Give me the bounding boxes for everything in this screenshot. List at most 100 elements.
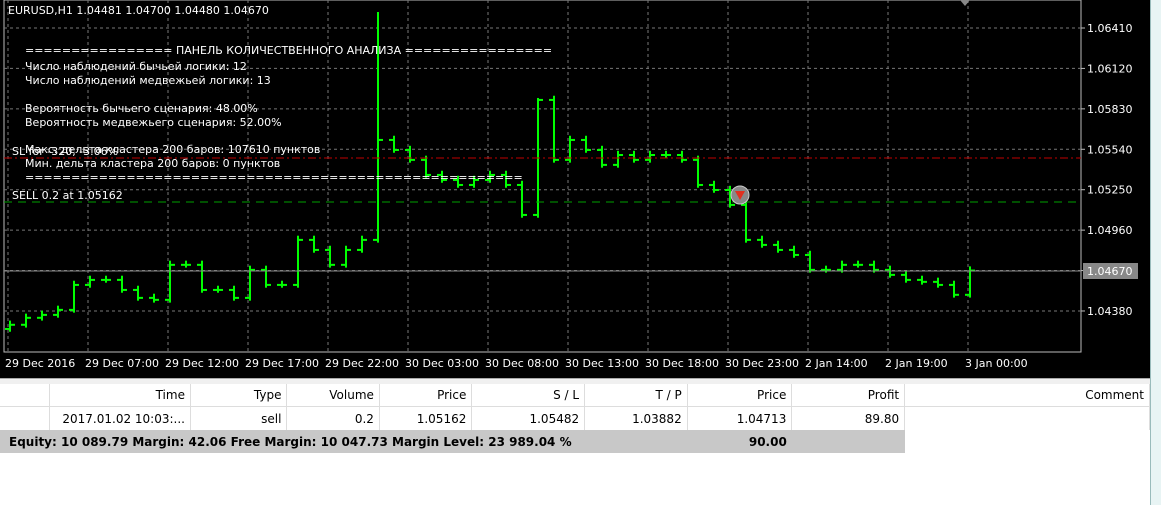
table-cell: 2017.01.02 10:03:... [49, 406, 191, 430]
ohlc-bar [37, 310, 47, 321]
column-header[interactable]: Comment [904, 384, 1150, 407]
ohlc-bar [229, 285, 239, 301]
time-axis-label: 30 Dec 03:00 [405, 357, 479, 370]
ohlc-bar [805, 250, 815, 273]
table-cell: 1.05162 [379, 406, 473, 430]
price-axis-label: 1.06410 [1087, 22, 1133, 35]
ohlc-bar [693, 155, 703, 188]
table-cell: sell [190, 406, 288, 430]
ohlc-bar [565, 135, 575, 163]
time-axis-label: 29 Dec 07:00 [85, 357, 159, 370]
ohlc-bar [757, 235, 767, 248]
table-cell: 1.05482 [471, 406, 586, 430]
ohlc-bar [677, 150, 687, 163]
time-axis-label: 30 Dec 13:00 [565, 357, 639, 370]
time-axis-label: 29 Dec 22:00 [325, 357, 399, 370]
table-row[interactable]: 2017.01.02 10:03:... sell 0.2 1.05162 1.0548… [0, 406, 1150, 430]
ohlc-bar [325, 245, 335, 268]
ohlc-bar [741, 200, 751, 243]
ohlc-bar [165, 260, 175, 303]
ohlc-bar [405, 145, 415, 163]
ohlc-bar [85, 275, 95, 288]
ohlc-bar [789, 245, 799, 258]
panel-bear-prob: Вероятность медвежьего сценария: 52.00% [25, 116, 282, 129]
ohlc-bar [181, 260, 191, 268]
ohlc-bar [149, 293, 159, 303]
ohlc-bar [309, 235, 319, 253]
price-axis-label: 1.05830 [1087, 103, 1133, 116]
chart-header: EURUSD,H1 1.04481 1.04700 1.04480 1.0467… [8, 4, 269, 17]
time-axis-label: 30 Dec 23:00 [725, 357, 799, 370]
ohlc-bar [917, 275, 927, 285]
trade-table: Time Type Volume Price S / LT / P Price Profit… [0, 384, 1150, 453]
time-axis-label: 2 Jan 14:00 [805, 357, 868, 370]
current-price-label: 1.04670 [1087, 265, 1133, 278]
ohlc-bar [885, 265, 895, 278]
order-label: SELL 0.2 at 1.05162 [12, 189, 123, 202]
panel-min-delta: Мин. дельта кластера 200 баров: 0 пункто… [25, 157, 280, 170]
column-header[interactable]: S / L [471, 384, 586, 407]
column-header[interactable]: Profit [791, 384, 906, 407]
ohlc-bar [213, 285, 223, 293]
summary-profit: 90.00 [748, 434, 787, 449]
price-axis-label: 1.05540 [1087, 143, 1133, 156]
ohlc-bar [197, 260, 207, 293]
panel-title: ================ ПАНЕЛЬ КОЛИЧЕСТВЕННОГО … [25, 44, 552, 57]
ohlc-bar [661, 150, 671, 158]
ohlc-bar [581, 135, 591, 153]
ohlc-bar [949, 280, 959, 298]
price-axis-label: 1.04960 [1087, 224, 1133, 237]
column-header[interactable]: Volume [286, 384, 380, 407]
ohlc-bar [645, 150, 655, 163]
price-axis-label: 1.04380 [1087, 305, 1133, 318]
ohlc-bar [853, 260, 863, 268]
ohlc-bar [101, 275, 111, 283]
ohlc-bar [69, 280, 79, 313]
ohlc-bar [901, 270, 911, 283]
ohlc-bar [261, 265, 271, 288]
column-header[interactable]: Type [190, 384, 288, 407]
sell-arrow-icon[interactable] [730, 185, 750, 205]
column-header[interactable]: T / P [584, 384, 688, 407]
ohlc-bar [133, 285, 143, 301]
time-axis-label: 29 Dec 2016 [5, 357, 75, 370]
column-header[interactable]: Price [379, 384, 473, 407]
table-cell [904, 406, 1150, 430]
panel-max-delta: Макс. дельта кластера 200 баров: 107610 … [25, 143, 320, 156]
ohlc-bar [549, 95, 559, 163]
panel-footer: ========================================… [25, 171, 523, 184]
ohlc-bar [293, 235, 303, 288]
column-header[interactable]: Time [49, 384, 191, 407]
price-axis-label: 1.06120 [1087, 62, 1133, 75]
column-header[interactable]: Price [687, 384, 793, 407]
time-axis-label: 30 Dec 18:00 [645, 357, 719, 370]
ohlc-bar [933, 277, 943, 288]
table-cell: 1.04713 [687, 406, 793, 430]
price-axis-label: 1.05250 [1087, 184, 1133, 197]
ohlc-bar [341, 245, 351, 268]
ohlc-bar [613, 150, 623, 168]
table-cell: 0.2 [286, 406, 380, 430]
ohlc-bar [53, 305, 63, 318]
summary-row: Equity: 10 089.79 Margin: 42.06 Free Mar… [0, 430, 1150, 453]
ohlc-bar [277, 280, 287, 288]
window-edge [1150, 0, 1161, 505]
panel-bull-prob: Вероятность бычьего сценария: 48.00% [25, 102, 258, 115]
ohlc-bar [5, 320, 15, 332]
panel-bull-count: Число наблюдений бычьей логики: 12 [25, 60, 247, 73]
table-cell: 1.03882 [584, 406, 688, 430]
table-cell: 89.80 [791, 406, 906, 430]
time-axis-label: 29 Dec 12:00 [165, 357, 239, 370]
ohlc-bar [773, 240, 783, 253]
ohlc-bar [517, 180, 527, 218]
ohlc-bar [709, 180, 719, 193]
table-header: Time Type Volume Price S / LT / P Price Profit… [0, 384, 1150, 407]
ohlc-bar [821, 265, 831, 273]
account-summary: Equity: 10 089.79 Margin: 42.06 Free Mar… [9, 434, 572, 449]
price-chart[interactable]: EURUSD,H1 1.04481 1.04700 1.04480 1.0467… [0, 0, 1161, 378]
time-axis-label: 29 Dec 17:00 [245, 357, 319, 370]
panel-bear-count: Число наблюдений медвежьей логики: 13 [25, 74, 271, 87]
ohlc-bar [21, 313, 31, 328]
ohlc-bar [629, 150, 639, 163]
ohlc-bar [357, 235, 367, 253]
